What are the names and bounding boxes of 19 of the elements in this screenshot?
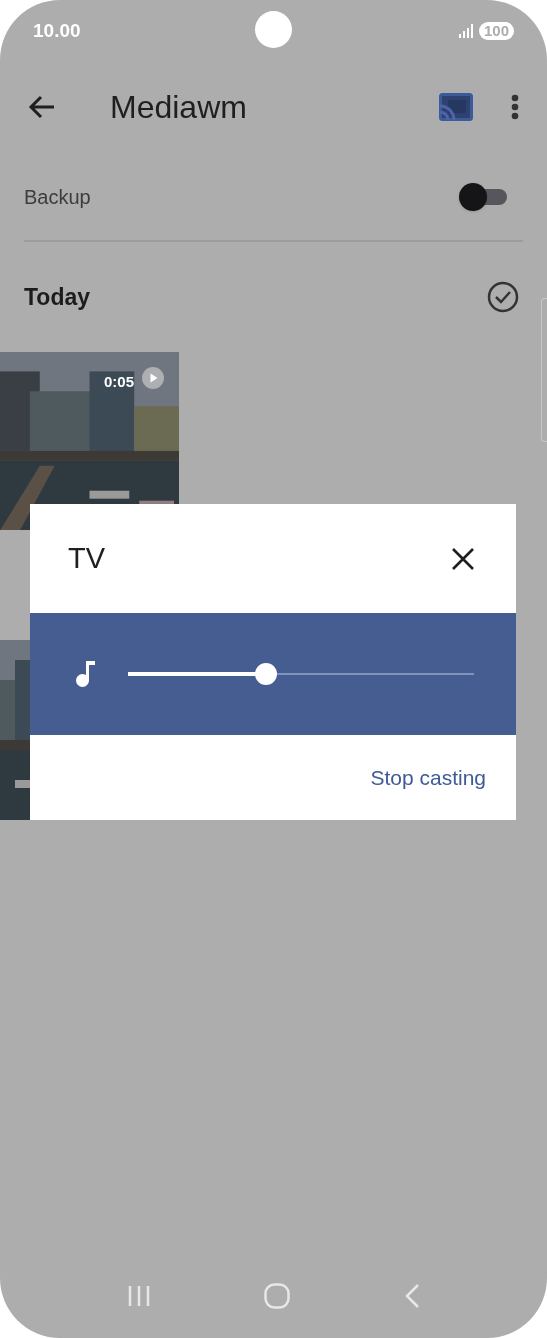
app-title: Mediawm (110, 88, 247, 127)
signal-icon (458, 24, 473, 38)
volume-slider[interactable] (128, 663, 474, 685)
slider-thumb[interactable] (255, 663, 278, 685)
battery-level: 100 (478, 22, 514, 40)
checkmark-circle-icon[interactable] (487, 281, 519, 313)
back-arrow-icon[interactable] (28, 95, 56, 119)
video-duration: 0:05 (104, 372, 135, 392)
stop-casting-button[interactable]: Stop casting (370, 761, 486, 794)
more-options-icon[interactable] (511, 94, 519, 120)
backup-toggle[interactable] (459, 183, 507, 211)
backup-label: Backup (24, 185, 91, 210)
close-icon[interactable] (452, 547, 474, 570)
music-note-icon (75, 660, 95, 688)
section-title: Today (24, 282, 91, 312)
status-time: 10.00 (33, 18, 81, 43)
camera-hole (255, 11, 292, 48)
play-icon[interactable] (141, 366, 165, 390)
dialog-title: TV (68, 540, 106, 576)
